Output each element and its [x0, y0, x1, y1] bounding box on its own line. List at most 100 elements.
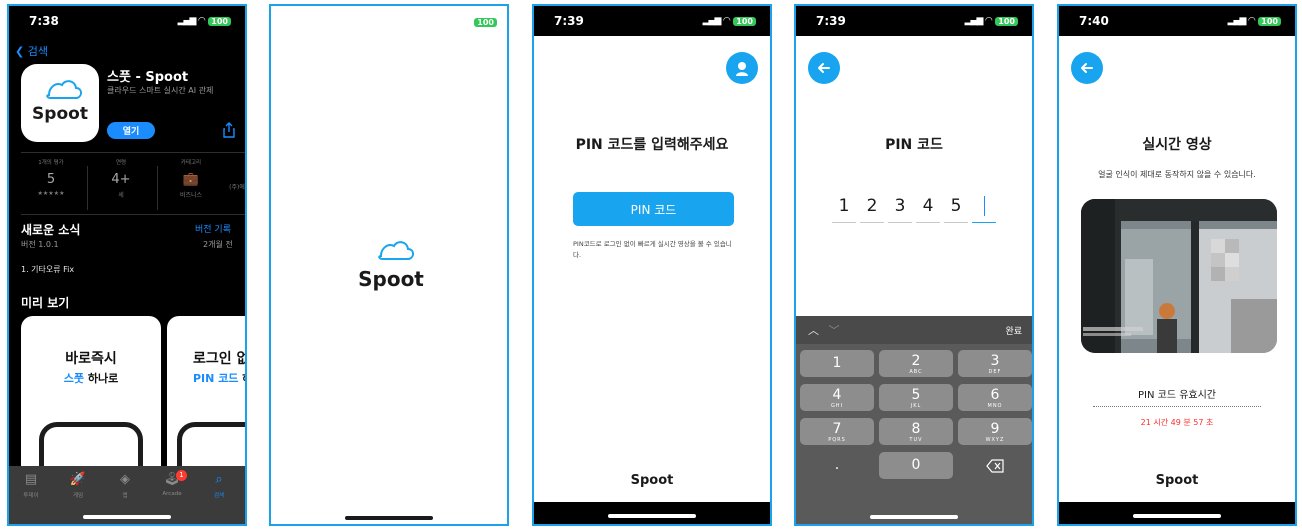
profile-button[interactable]	[726, 52, 758, 84]
key-1[interactable]: 1	[800, 350, 874, 377]
key-4[interactable]: 4 GHI	[800, 384, 874, 411]
tab-search[interactable]: ⌕ 검색	[199, 472, 239, 499]
version-label: 버전 1.0.1	[21, 240, 59, 249]
today-icon: ▤	[24, 472, 38, 487]
footer-logo: Spoot	[1155, 473, 1199, 488]
home-indicator	[1133, 514, 1221, 518]
pin-digit-active[interactable]	[972, 192, 996, 223]
key-2[interactable]: 2 ABC	[879, 350, 953, 377]
key-5[interactable]: 5 JKL	[879, 384, 953, 411]
info-ratings: 1개의 평가 5 ★★★★★	[19, 158, 83, 197]
appstore-screen: 7:38 ▂▄▆ ◠ 100 ❮ 검색 Spoot 스풋 - Spoot 클라우…	[7, 4, 247, 526]
battery-icon: 100	[733, 16, 756, 26]
backspace-icon	[986, 459, 1004, 473]
key-decimal[interactable]: .	[800, 452, 874, 479]
status-time: 7:39	[554, 14, 584, 28]
app-subtitle: 클라우드 스마트 실시간 AI 관제	[107, 86, 214, 95]
back-button[interactable]	[1071, 52, 1103, 84]
status-time: 7:40	[1079, 14, 1109, 28]
key-6[interactable]: 6 MNO	[958, 384, 1032, 411]
chevron-up-icon[interactable]: ︿	[808, 324, 819, 337]
app-name: 스풋 - Spoot	[107, 70, 189, 85]
home-indicator	[345, 516, 433, 520]
spoot-logo: Spoot	[358, 241, 424, 291]
version-history-link[interactable]: 버전 기록	[195, 222, 231, 235]
back-button[interactable]	[808, 52, 840, 84]
home-indicator	[608, 514, 696, 518]
signal-icon: ▂▄▆	[964, 16, 984, 26]
info-strip: 1개의 평가 5 ★★★★★ 연령 4+ 세 카테고리 💼 비즈니스 (주)에	[9, 158, 245, 216]
battery-icon: 100	[1258, 16, 1281, 26]
wifi-icon: ◠	[985, 16, 993, 26]
live-video-screen: 7:40 ▂▄▆ ◠ 100 실시간 영상 얼굴 인식이 제대로 동작하지 않을…	[1057, 4, 1297, 526]
divider	[21, 152, 245, 153]
key-9[interactable]: 9 WXYZ	[958, 418, 1032, 445]
pin-description: PIN코드로 로그인 없이 빠르게 실시간 영상을 볼 수 있습니다.	[573, 240, 732, 259]
tab-today[interactable]: ▤ 투데이	[11, 472, 51, 499]
tab-label: Arcade	[162, 491, 182, 497]
text-cursor	[983, 196, 985, 216]
tab-arcade[interactable]: 🕹 1 Arcade	[152, 470, 192, 497]
status-icons: ▂▄▆ ◠ 100	[965, 16, 1018, 26]
tab-label: 앱	[122, 493, 128, 499]
user-icon	[736, 62, 748, 76]
spoot-logo-text: Spoot	[32, 104, 88, 124]
key-backspace[interactable]	[958, 452, 1032, 479]
wifi-icon: ◠	[1248, 16, 1256, 26]
arrow-left-icon	[1081, 63, 1093, 73]
games-icon: 🚀	[69, 472, 87, 487]
status-time: 7:39	[816, 14, 846, 28]
done-button[interactable]: 완료	[1005, 324, 1022, 337]
signal-icon: ▂▄▆	[1227, 16, 1247, 26]
arcade-badge: 1	[176, 470, 187, 481]
camera-frame	[1081, 199, 1277, 353]
tab-label: 투데이	[23, 493, 39, 499]
preview-card-subtitle: 스풋 하나로	[63, 372, 119, 385]
key-3[interactable]: 3 DEF	[958, 350, 1032, 377]
footer-logo: Spoot	[630, 473, 674, 488]
divider	[1093, 406, 1261, 407]
pin-validity-label: PIN 코드 유효시간	[1137, 390, 1217, 401]
app-icon: Spoot	[21, 64, 99, 142]
whats-new-heading: 새로운 소식	[21, 223, 81, 237]
key-7[interactable]: 7 PQRS	[800, 418, 874, 445]
face-recognition-warning: 얼굴 인식이 제대로 동작하지 않을 수 있습니다.	[1098, 170, 1256, 179]
search-icon: ⌕	[215, 472, 223, 487]
preview-heading: 미리 보기	[21, 296, 70, 310]
live-video-feed[interactable]	[1081, 199, 1277, 353]
age-foot: 세	[118, 192, 124, 199]
tab-apps[interactable]: ◈ 앱	[105, 472, 145, 499]
pin-digit: 5	[944, 192, 968, 223]
rating-value: 5	[46, 172, 56, 187]
age-head: 연령	[115, 160, 127, 166]
pin-remaining-time: 21 시간 49 분 57 초	[1140, 418, 1214, 427]
back-label: 검색	[27, 45, 48, 58]
page-title: PIN 코드를 입력해주세요	[575, 137, 729, 153]
share-icon[interactable]	[221, 122, 237, 138]
status-bar: 7:38 ▂▄▆ ◠ 100	[9, 6, 245, 36]
key-8[interactable]: 8 TUV	[879, 418, 953, 445]
pin-code-button[interactable]: PIN 코드	[573, 192, 734, 226]
status-bar: 7:39 ▂▄▆ ◠ 100	[534, 6, 770, 36]
home-indicator	[870, 515, 958, 519]
bottom-bar	[534, 502, 770, 524]
divider	[87, 166, 88, 210]
wifi-icon: ◠	[723, 16, 731, 26]
wifi-icon: ◠	[198, 16, 206, 26]
pin-input[interactable]: 1 2 3 4 5	[832, 192, 996, 223]
arrow-left-icon	[818, 63, 830, 73]
chevron-down-icon[interactable]: ﹀	[829, 324, 840, 337]
back-to-search-link[interactable]: ❮ 검색	[15, 43, 48, 59]
pin-digit: 4	[916, 192, 940, 223]
home-indicator	[83, 515, 171, 519]
splash-screen: 100 Spoot	[269, 4, 509, 526]
divider	[21, 214, 245, 215]
tab-games[interactable]: 🚀 게임	[58, 472, 98, 499]
status-icons: ▂▄▆ ◠ 100	[178, 16, 231, 26]
spoot-logo: Spoot	[32, 80, 88, 124]
preview-card-title: 바로즉시	[65, 351, 117, 367]
page-title: 실시간 영상	[1142, 137, 1212, 153]
bottom-bar	[1059, 502, 1295, 524]
key-0[interactable]: 0	[879, 452, 953, 479]
open-button[interactable]: 열기	[107, 122, 155, 139]
